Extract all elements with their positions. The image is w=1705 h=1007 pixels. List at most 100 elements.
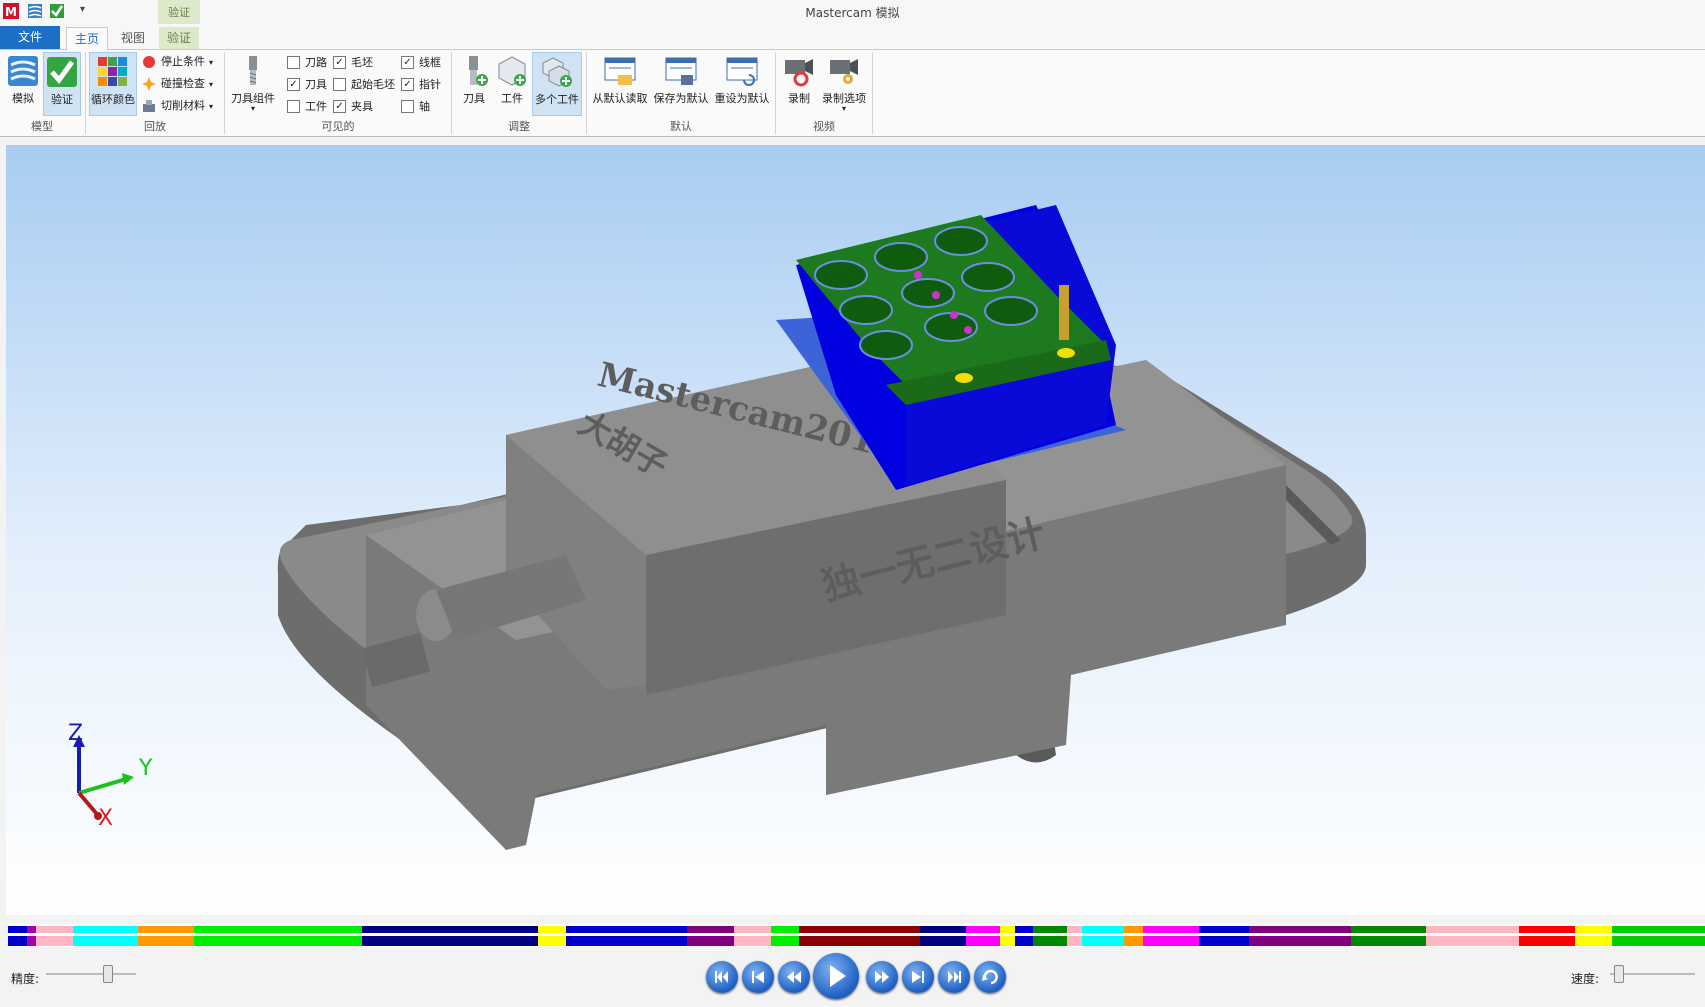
timeline-segment[interactable] xyxy=(1249,936,1352,946)
skip-to-start-button[interactable] xyxy=(706,961,738,993)
checkbox-initial-stock[interactable] xyxy=(333,77,346,91)
play-button[interactable] xyxy=(813,953,859,999)
tab-verify[interactable]: 验证 xyxy=(159,27,199,49)
timeline-segment[interactable] xyxy=(194,926,362,933)
timeline-segment[interactable] xyxy=(919,926,967,933)
timeline-segment[interactable] xyxy=(999,936,1015,946)
timeline-segment[interactable] xyxy=(1612,926,1705,933)
timeline-segment[interactable] xyxy=(35,936,74,946)
timeline-segment[interactable] xyxy=(73,936,139,946)
step-back-button[interactable] xyxy=(742,961,774,993)
timeline-segment[interactable] xyxy=(1124,936,1144,946)
checkbox-pointer[interactable]: ✓ xyxy=(401,77,414,91)
timeline-segment[interactable] xyxy=(1612,936,1705,946)
timeline-segment[interactable] xyxy=(999,926,1015,933)
speed-slider-thumb[interactable] xyxy=(1613,965,1624,983)
precision-slider-track[interactable] xyxy=(46,973,136,975)
checkbox-fixture[interactable]: ✓ xyxy=(333,99,346,113)
reset-default-button[interactable]: 重设为默认 xyxy=(712,52,772,116)
timeline-segment[interactable] xyxy=(1081,926,1125,933)
wireframe-checkbox[interactable]: ✓ 线框 xyxy=(401,54,441,72)
checkbox-axis[interactable] xyxy=(401,99,414,113)
timeline-segment[interactable] xyxy=(1066,936,1082,946)
timeline-segment[interactable] xyxy=(8,926,27,933)
timeline-segment[interactable] xyxy=(1066,926,1082,933)
read-default-button[interactable]: 从默认读取 xyxy=(590,52,650,116)
step-forward-button[interactable] xyxy=(902,961,934,993)
timeline-segment[interactable] xyxy=(138,926,195,933)
timeline-segment[interactable] xyxy=(1425,936,1519,946)
simulation-viewport[interactable]: Mastercam2018 独一无二设计 大胡子 Z Y X xyxy=(6,145,1705,915)
checkbox-tool[interactable]: ✓ xyxy=(287,77,300,91)
checkbox-wireframe[interactable]: ✓ xyxy=(401,55,414,69)
tab-file[interactable]: 文件 xyxy=(0,26,60,49)
timeline-segment[interactable] xyxy=(1198,936,1250,946)
timeline-segment[interactable] xyxy=(966,926,1000,933)
cut-material-button[interactable]: 切削材料 ▾ xyxy=(142,97,213,115)
initial-stock-checkbox[interactable]: 起始毛坯 xyxy=(333,76,395,94)
timeline-segment[interactable] xyxy=(770,926,799,933)
timeline-segment[interactable] xyxy=(566,926,688,933)
timeline-segment[interactable] xyxy=(361,936,539,946)
verify-button[interactable]: 验证 xyxy=(43,52,81,116)
timeline-segment[interactable] xyxy=(798,936,920,946)
timeline-segment[interactable] xyxy=(138,936,195,946)
timeline-segment[interactable] xyxy=(798,926,920,933)
pointer-checkbox[interactable]: ✓ 指针 xyxy=(401,76,441,94)
stop-condition-button[interactable]: 停止条件 ▾ xyxy=(142,53,213,71)
collision-check-button[interactable]: 碰撞检查 ▾ xyxy=(142,75,213,93)
timeline-segment[interactable] xyxy=(1014,926,1034,933)
timeline-segment[interactable] xyxy=(1143,936,1199,946)
checkbox-stock[interactable]: ✓ xyxy=(333,55,346,69)
timeline-segment[interactable] xyxy=(8,936,27,946)
timeline-segment[interactable] xyxy=(966,936,1000,946)
timeline-segment[interactable] xyxy=(361,926,539,933)
precision-slider-thumb[interactable] xyxy=(103,965,114,983)
timeline-segment[interactable] xyxy=(919,936,967,946)
cycle-color-button[interactable]: 循环颜色 xyxy=(89,52,137,116)
adjust-tool-button[interactable]: 刀具 xyxy=(456,52,492,116)
timeline-segment[interactable] xyxy=(1574,936,1612,946)
timeline-segment[interactable] xyxy=(35,926,74,933)
skip-to-end-button[interactable] xyxy=(938,961,970,993)
tool-assembly-button[interactable]: 刀具组件 ▾ xyxy=(228,52,278,116)
timeline-segment[interactable] xyxy=(1124,926,1144,933)
fast-forward-button[interactable] xyxy=(866,961,898,993)
timeline-segment[interactable] xyxy=(687,936,734,946)
checkbox-toolpath[interactable] xyxy=(287,55,300,69)
stock-checkbox[interactable]: ✓ 毛坯 xyxy=(333,54,373,72)
adjust-multi-workpiece-button[interactable]: 多个工件 xyxy=(532,52,582,116)
timeline-segment[interactable] xyxy=(26,926,36,933)
operation-timeline[interactable] xyxy=(8,924,1705,947)
timeline-segment[interactable] xyxy=(1081,936,1125,946)
loop-button[interactable] xyxy=(974,961,1006,993)
timeline-segment[interactable] xyxy=(26,936,36,946)
timeline-segment[interactable] xyxy=(538,936,567,946)
timeline-segment[interactable] xyxy=(194,936,362,946)
timeline-segment[interactable] xyxy=(1518,926,1575,933)
timeline-segment[interactable] xyxy=(1351,926,1426,933)
checkbox-workpiece[interactable] xyxy=(287,99,300,113)
timeline-segment[interactable] xyxy=(1014,936,1034,946)
timeline-segment[interactable] xyxy=(1425,926,1519,933)
timeline-segment[interactable] xyxy=(1143,926,1199,933)
timeline-segment[interactable] xyxy=(1033,936,1067,946)
save-default-button[interactable]: 保存为默认 xyxy=(651,52,711,116)
tab-home[interactable]: 主页 xyxy=(66,27,108,50)
simulate-button[interactable]: 模拟 xyxy=(4,52,42,116)
tool-checkbox[interactable]: ✓ 刀具 xyxy=(287,76,327,94)
timeline-segment[interactable] xyxy=(1198,926,1250,933)
timeline-segment[interactable] xyxy=(538,926,567,933)
record-button[interactable]: 录制 xyxy=(780,52,818,116)
timeline-segment[interactable] xyxy=(733,936,771,946)
adjust-workpiece-button[interactable]: 工件 xyxy=(494,52,530,116)
axis-checkbox[interactable]: 轴 xyxy=(401,98,430,116)
timeline-segment[interactable] xyxy=(566,936,688,946)
timeline-segment[interactable] xyxy=(770,936,799,946)
tab-view[interactable]: 视图 xyxy=(113,27,153,49)
timeline-segment[interactable] xyxy=(687,926,734,933)
timeline-segment[interactable] xyxy=(733,926,771,933)
record-options-button[interactable]: 录制选项 ▾ xyxy=(820,52,868,116)
fixture-checkbox[interactable]: ✓ 夹具 xyxy=(333,98,373,116)
timeline-segment[interactable] xyxy=(1518,936,1575,946)
